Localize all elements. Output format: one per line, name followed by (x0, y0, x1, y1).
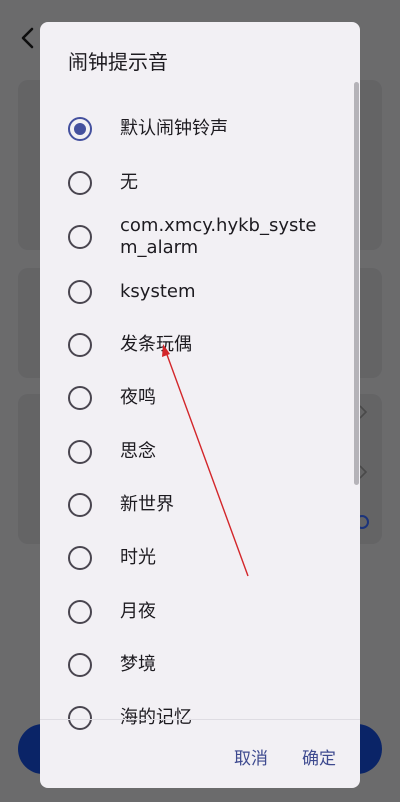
ringtone-option[interactable]: 新世界 (40, 478, 360, 531)
ringtone-option-label: 海的记忆 (120, 706, 192, 728)
ringtone-option[interactable]: 夜鸣 (40, 371, 360, 425)
ringtone-option[interactable]: 无 (40, 156, 360, 209)
cancel-button[interactable]: 取消 (234, 744, 268, 769)
ringtone-option[interactable]: com.xmcy.hykb_system_alarm (40, 209, 360, 265)
ringtone-option-label: ksystem (120, 280, 196, 302)
ringtone-option-label: 时光 (120, 547, 156, 568)
ringtone-option-label: 无 (120, 171, 138, 193)
radio-unchecked-icon[interactable] (68, 439, 92, 464)
list-scrollbar[interactable] (354, 82, 359, 485)
ringtone-option-label: 月夜 (120, 600, 156, 622)
ringtone-option-label: 默认闹钟铃声 (120, 118, 228, 139)
ringtone-option-label: 发条玩偶 (120, 333, 192, 355)
ringtone-option[interactable]: 发条玩偶 (40, 318, 360, 371)
ringtone-option-label: com.xmcy.hykb_system_alarm (120, 215, 317, 258)
ringtone-option-label: 思念 (120, 440, 156, 462)
ringtone-option[interactable]: 梦境 (40, 638, 360, 691)
ringtone-option-label: 夜鸣 (120, 387, 156, 408)
ringtone-option-label: 梦境 (120, 653, 156, 675)
radio-unchecked-icon[interactable] (68, 386, 92, 410)
radio-unchecked-icon[interactable] (68, 170, 92, 195)
ringtone-option[interactable]: 默认闹钟铃声 (40, 102, 360, 156)
radio-unchecked-icon[interactable] (68, 279, 92, 304)
ringtone-option-label: 新世界 (120, 493, 174, 515)
radio-unchecked-icon[interactable] (68, 225, 92, 249)
radio-unchecked-icon[interactable] (68, 599, 92, 624)
radio-unchecked-icon[interactable] (68, 332, 92, 357)
radio-unchecked-icon[interactable] (68, 492, 92, 517)
alarm-sound-dialog: 闹钟提示音 默认闹钟铃声无 com.xmcy.hykb_system_alarmk… (40, 22, 360, 788)
ringtone-option[interactable]: 时光 (40, 531, 360, 585)
ringtone-option-list[interactable]: 默认闹钟铃声无 com.xmcy.hykb_system_alarmksystem… (40, 102, 360, 740)
ringtone-option[interactable]: 月夜 (40, 585, 360, 638)
ringtone-option[interactable]: ksystem (40, 265, 360, 318)
ringtone-option[interactable]: 海的记忆 (40, 691, 360, 740)
confirm-button[interactable]: 确定 (302, 744, 336, 769)
radio-unchecked-icon[interactable] (68, 652, 92, 677)
dialog-actions: 取消 确定 (200, 744, 336, 769)
ringtone-option[interactable]: 思念 (40, 425, 360, 478)
radio-unchecked-icon[interactable] (68, 705, 92, 730)
radio-checked-icon[interactable] (68, 117, 92, 141)
dialog-title: 闹钟提示音 (68, 50, 168, 74)
radio-unchecked-icon[interactable] (68, 546, 92, 570)
actions-divider (40, 719, 360, 720)
